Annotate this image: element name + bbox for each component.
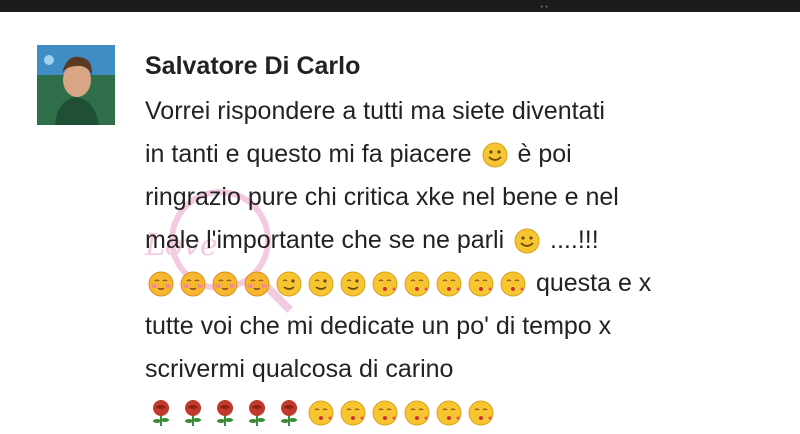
smile-emoji-icon <box>513 227 541 255</box>
message-text: questa e x <box>535 269 652 297</box>
message-line: tutte voi che mi dedicate un po' di temp… <box>145 305 785 348</box>
wink-emoji-icon <box>339 270 367 298</box>
message-text: Vorrei rispondere a tutti ma siete diven… <box>145 97 605 125</box>
kiss-emoji-icon <box>403 270 431 298</box>
message-line: ringrazio pure chi critica xke nel bene … <box>145 176 785 219</box>
smile-emoji-icon <box>481 141 509 169</box>
message-line: Vorrei rispondere a tutti ma siete diven… <box>145 90 785 133</box>
message-text: male l'importante che se ne parli <box>145 226 505 254</box>
wink-emoji-icon <box>275 270 303 298</box>
wink-emoji-icon <box>307 270 335 298</box>
message-text: ringrazio pure chi critica xke nel bene … <box>145 183 619 211</box>
avatar[interactable] <box>37 45 115 125</box>
kiss-emoji-icon <box>371 270 399 298</box>
message-text: in tanti e questo mi fa piacere <box>145 140 472 168</box>
message-text: è poi <box>517 140 572 168</box>
message-line: questa e x <box>145 262 785 305</box>
message-text: ....!!! <box>550 226 599 254</box>
status-bar-dots: ▪▪ <box>540 2 550 11</box>
message-line: scrivermi qualcosa di carino <box>145 348 785 391</box>
yum-face-emoji-icon <box>243 270 271 298</box>
yum-face-emoji-icon <box>211 270 239 298</box>
message-text: scrivermi qualcosa di carino <box>145 355 454 383</box>
status-bar: ▪▪ <box>0 0 800 12</box>
yum-face-emoji-icon <box>147 270 175 298</box>
message-line: in tanti e questo mi fa piacere è poi <box>145 133 785 176</box>
kiss-emoji-icon <box>467 270 495 298</box>
kiss-emoji-icon <box>435 270 463 298</box>
message-line: male l'importante che se ne parli ....!!… <box>145 219 785 262</box>
message-text: tutte voi che mi dedicate un po' di temp… <box>145 312 612 340</box>
yum-face-emoji-icon <box>179 270 207 298</box>
comment-text: Vorrei rispondere a tutti ma siete diven… <box>145 90 785 434</box>
kiss-emoji-icon <box>499 270 527 298</box>
author-name[interactable]: Salvatore Di Carlo <box>145 52 360 81</box>
